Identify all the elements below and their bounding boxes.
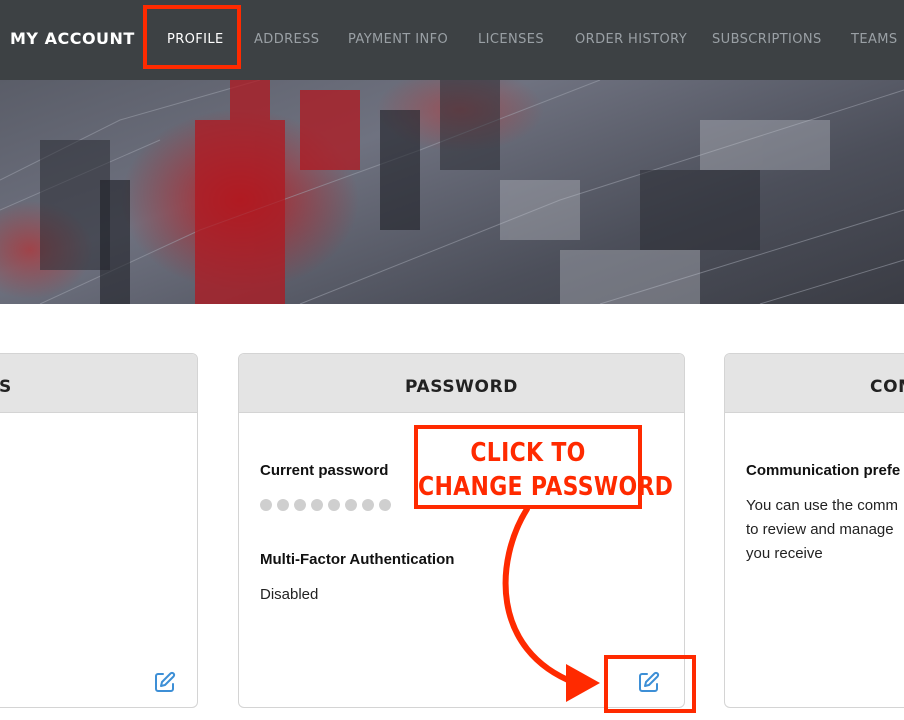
hero-banner-image <box>0 80 904 304</box>
card-communication-header: COM <box>725 354 904 413</box>
brand-title: MY ACCOUNT <box>10 29 135 48</box>
callout-line-1: CLICK TO <box>470 438 586 469</box>
tab-licenses[interactable]: LICENSES <box>478 32 544 47</box>
communication-text-line: You can use the comm <box>746 497 899 514</box>
card-communication: COM Communication prefe You can use the … <box>724 353 904 708</box>
annotation-callout: CLICK TO CHANGE PASSWORD <box>414 425 674 509</box>
card-left-title: S <box>0 377 12 397</box>
password-dot <box>345 499 357 511</box>
card-left-header: S <box>0 354 197 413</box>
card-left: S <box>0 353 198 708</box>
password-dot <box>379 499 391 511</box>
top-nav: MY ACCOUNT PROFILE ADDRESS PAYMENT INFO … <box>0 0 904 80</box>
tab-address[interactable]: ADDRESS <box>254 32 319 47</box>
password-dot <box>311 499 323 511</box>
current-password-label: Current password <box>260 462 389 479</box>
profile-tab-highlight <box>143 5 241 69</box>
password-dot <box>277 499 289 511</box>
masked-password <box>260 499 391 511</box>
callout-line-2: CHANGE PASSWORD <box>418 472 674 503</box>
edit-icon[interactable] <box>153 670 177 694</box>
edit-button-highlight <box>604 655 696 713</box>
tab-payment-info[interactable]: PAYMENT INFO <box>348 32 448 47</box>
communication-label: Communication prefe <box>746 462 901 479</box>
card-password-title: PASSWORD <box>405 377 518 397</box>
password-dot <box>362 499 374 511</box>
password-dot <box>328 499 340 511</box>
communication-text-line: to review and manage <box>746 521 894 538</box>
mfa-label: Multi-Factor Authentication <box>260 551 455 568</box>
tab-teams[interactable]: TEAMS <box>851 32 898 47</box>
password-dot <box>260 499 272 511</box>
password-dot <box>294 499 306 511</box>
card-password-header: PASSWORD <box>239 354 684 413</box>
tab-subscriptions[interactable]: SUBSCRIPTIONS <box>712 32 822 47</box>
communication-text-line: you receive <box>746 545 823 562</box>
tab-order-history[interactable]: ORDER HISTORY <box>575 32 687 47</box>
card-communication-title: COM <box>870 377 904 397</box>
mfa-status: Disabled <box>260 586 319 603</box>
